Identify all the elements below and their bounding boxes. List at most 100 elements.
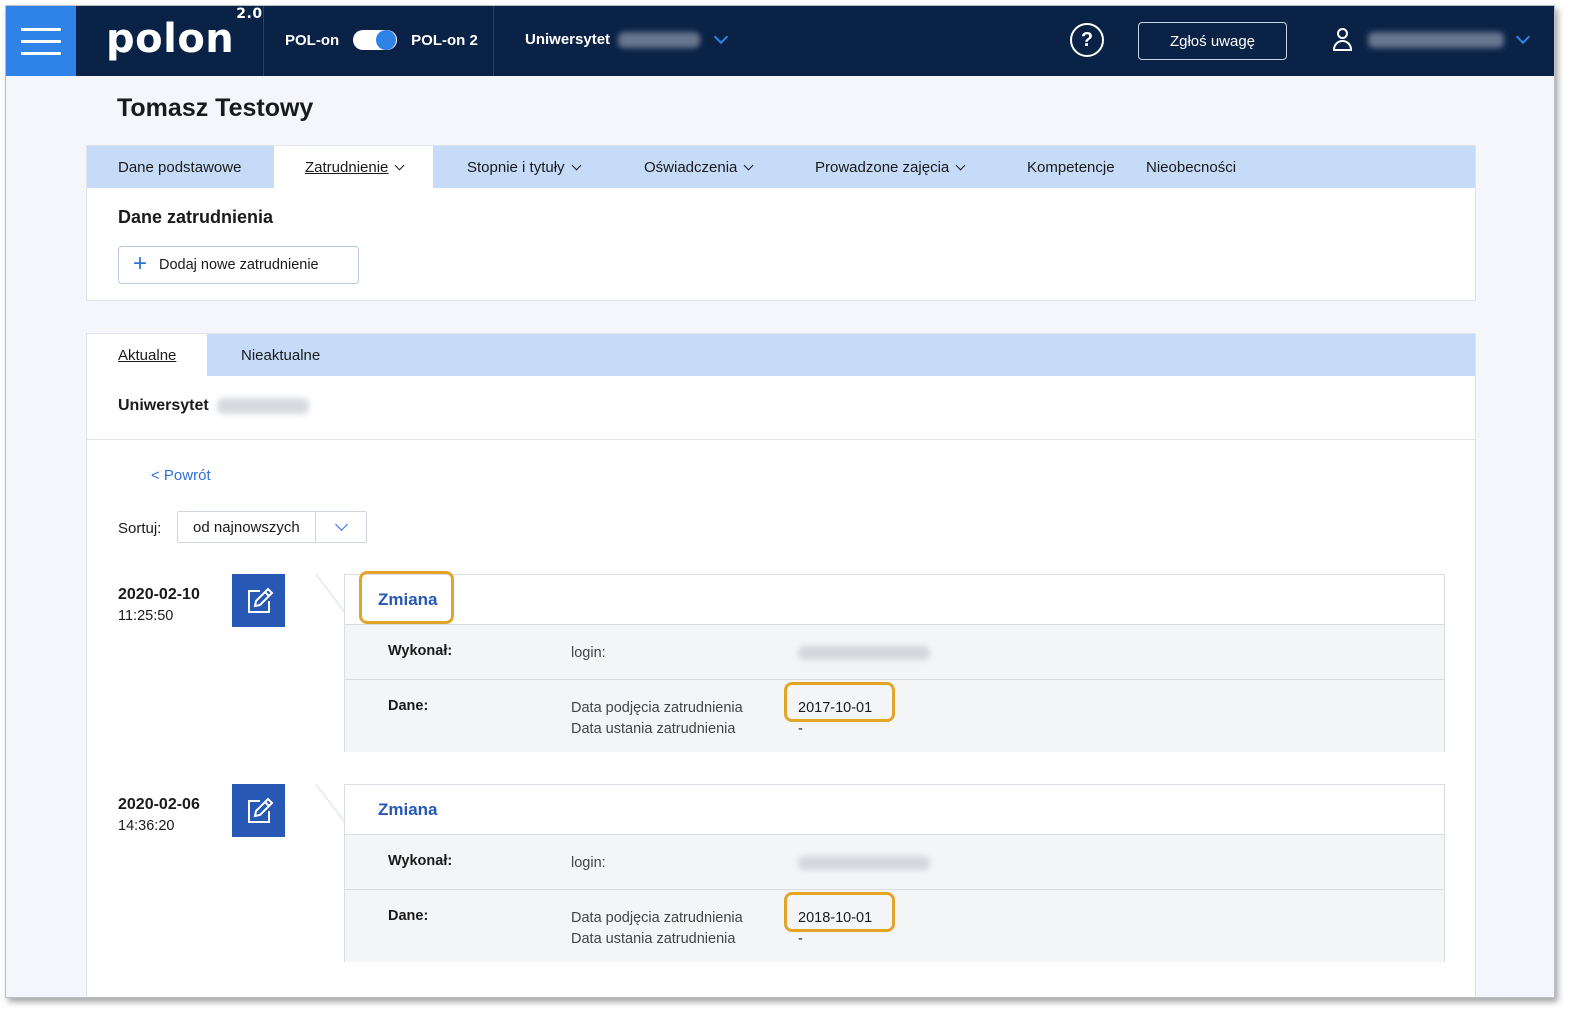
field-names: Data podjęcia zatrudnienia Data ustania z… xyxy=(571,908,743,950)
tab-label: Stopnie i tytuły xyxy=(467,158,565,176)
pointer-notch xyxy=(316,784,346,824)
employment-card: Dane podstawowe Zatrudnienie Stopnie i t… xyxy=(86,145,1476,301)
menu-icon[interactable] xyxy=(6,6,76,76)
sort-value: od najnowszych xyxy=(178,512,316,542)
tab-label: Zatrudnienie xyxy=(305,158,389,176)
sort-label: Sortuj: xyxy=(118,520,162,537)
redacted-username xyxy=(1368,32,1504,48)
chevron-down-icon xyxy=(955,160,966,170)
entry-date: 2020-02-06 xyxy=(118,796,200,813)
history-entry: 2020-02-06 14:36:20 Zmiana Wykonał: logi… xyxy=(87,784,1475,976)
university-label: Uniwersytet xyxy=(118,397,209,414)
data-row: Dane: Data podjęcia zatrudnienia Data ust… xyxy=(345,889,1444,962)
tab-label: Nieaktualne xyxy=(241,346,321,364)
report-button[interactable]: Zgłoś uwagę xyxy=(1138,22,1287,60)
add-employment-button[interactable]: + Dodaj nowe zatrudnienie xyxy=(118,246,359,284)
sort-select[interactable]: od najnowszych xyxy=(177,511,367,543)
history-card: Aktualne Nieaktualne Uniwersytet < Powró… xyxy=(86,333,1476,997)
tab-label: Oświadczenia xyxy=(644,158,738,176)
entry-time: 14:36:20 xyxy=(118,818,175,834)
redacted-text xyxy=(216,398,309,414)
chevron-down-icon xyxy=(1515,29,1531,45)
login-label: login: xyxy=(571,855,606,871)
data-label: Dane: xyxy=(388,908,429,924)
performed-by-label: Wykonał: xyxy=(388,853,453,869)
value-end: - xyxy=(798,721,803,737)
section-title: Dane zatrudnienia xyxy=(118,207,274,227)
entry-date: 2020-02-10 xyxy=(118,586,200,603)
tab-label: Dane podstawowe xyxy=(118,158,242,176)
entry-time: 11:25:50 xyxy=(118,608,174,624)
tab-oswiadczenia[interactable]: Oświadczenia xyxy=(611,146,782,188)
tab-prowadzone-zajecia[interactable]: Prowadzone zajęcia xyxy=(782,146,994,188)
logo-text: polon xyxy=(106,16,235,62)
field-end-label: Data ustania zatrudnienia xyxy=(571,721,736,737)
university-label: Uniwersytet xyxy=(525,31,611,48)
tab-label: Kompetencje xyxy=(1027,158,1115,176)
tab-label: Prowadzone zajęcia xyxy=(815,158,950,176)
tab-stopnie-i-tytuly[interactable]: Stopnie i tytuły xyxy=(433,146,611,188)
entry-panel: Zmiana Wykonał: login: Dane: Data podjęc… xyxy=(344,784,1445,962)
chevron-down-icon xyxy=(571,160,582,170)
history-tabs: Aktualne Nieaktualne xyxy=(87,334,1475,376)
tab-label: Nieobecności xyxy=(1146,158,1237,176)
data-label: Dane: xyxy=(388,698,429,714)
performed-by-row: Wykonał: login: xyxy=(345,835,1444,889)
highlight-box xyxy=(359,571,454,624)
tab-dane-podstawowe[interactable]: Dane podstawowe xyxy=(87,146,274,188)
field-start-label: Data podjęcia zatrudnienia xyxy=(571,700,743,716)
top-bar: polon2.0 POL-on POL-on 2 Uniwersytet ? Z… xyxy=(6,6,1554,76)
help-icon[interactable]: ? xyxy=(1070,23,1104,57)
entry-header: Zmiana xyxy=(345,785,1444,835)
divider xyxy=(263,6,264,76)
data-row: Dane: Data podjęcia zatrudnienia Data ust… xyxy=(345,679,1444,752)
redacted-login xyxy=(798,856,930,870)
system-toggle[interactable] xyxy=(353,30,398,50)
tab-nieaktualne[interactable]: Nieaktualne xyxy=(207,334,320,376)
chevron-down-icon xyxy=(394,160,405,170)
add-employment-label: Dodaj nowe zatrudnienie xyxy=(159,257,319,273)
entry-panel: Zmiana Wykonał: login: Dane: Data podjęc… xyxy=(344,571,1445,752)
value-end: - xyxy=(798,931,803,947)
tab-aktualne[interactable]: Aktualne xyxy=(87,334,207,376)
field-names: Data podjęcia zatrudnienia Data ustania z… xyxy=(571,698,743,740)
divider xyxy=(87,439,1475,440)
pointer-notch xyxy=(316,574,346,614)
divider xyxy=(493,6,494,76)
entry-header: Zmiana xyxy=(345,571,1444,625)
highlight-box xyxy=(784,682,895,722)
user-menu[interactable] xyxy=(1332,28,1531,52)
edit-icon[interactable] xyxy=(232,784,285,837)
user-icon xyxy=(1332,28,1354,52)
redacted-login xyxy=(798,646,930,660)
chevron-down-icon xyxy=(743,160,754,170)
logo[interactable]: polon2.0 xyxy=(106,6,263,62)
chevron-down-icon xyxy=(713,29,729,44)
system-switch[interactable]: POL-on POL-on 2 xyxy=(285,30,478,50)
back-link[interactable]: < Powrót xyxy=(151,467,211,484)
history-entry: 2020-02-10 11:25:50 Zmiana Wykonał: logi… xyxy=(87,571,1475,766)
performed-by-row: Wykonał: login: xyxy=(345,625,1444,679)
performed-by-label: Wykonał: xyxy=(388,643,453,659)
app-window: polon2.0 POL-on POL-on 2 Uniwersytet ? Z… xyxy=(5,5,1555,998)
entry-type-link[interactable]: Zmiana xyxy=(378,800,438,820)
highlight-box xyxy=(784,892,895,932)
tab-nieobecnosci[interactable]: Nieobecności xyxy=(1146,146,1236,188)
tab-kompetencje[interactable]: Kompetencje xyxy=(994,146,1146,188)
login-label: login: xyxy=(571,645,606,661)
main-tabs: Dane podstawowe Zatrudnienie Stopnie i t… xyxy=(87,146,1475,188)
chevron-down-icon xyxy=(316,518,366,531)
system-left-label: POL-on xyxy=(285,31,340,49)
tab-zatrudnienie[interactable]: Zatrudnienie xyxy=(274,146,433,188)
redacted-text xyxy=(618,31,701,48)
university-selector[interactable]: Uniwersytet xyxy=(525,29,729,48)
system-right-label: POL-on 2 xyxy=(411,31,478,49)
plus-icon: + xyxy=(133,250,148,277)
tab-label: Aktualne xyxy=(118,346,177,364)
page-title: Tomasz Testowy xyxy=(117,94,314,122)
field-start-label: Data podjęcia zatrudnienia xyxy=(571,910,743,926)
university-heading: Uniwersytet xyxy=(118,397,309,415)
field-end-label: Data ustania zatrudnienia xyxy=(571,931,736,947)
edit-icon[interactable] xyxy=(232,574,285,627)
logo-version: 2.0 xyxy=(236,5,263,22)
